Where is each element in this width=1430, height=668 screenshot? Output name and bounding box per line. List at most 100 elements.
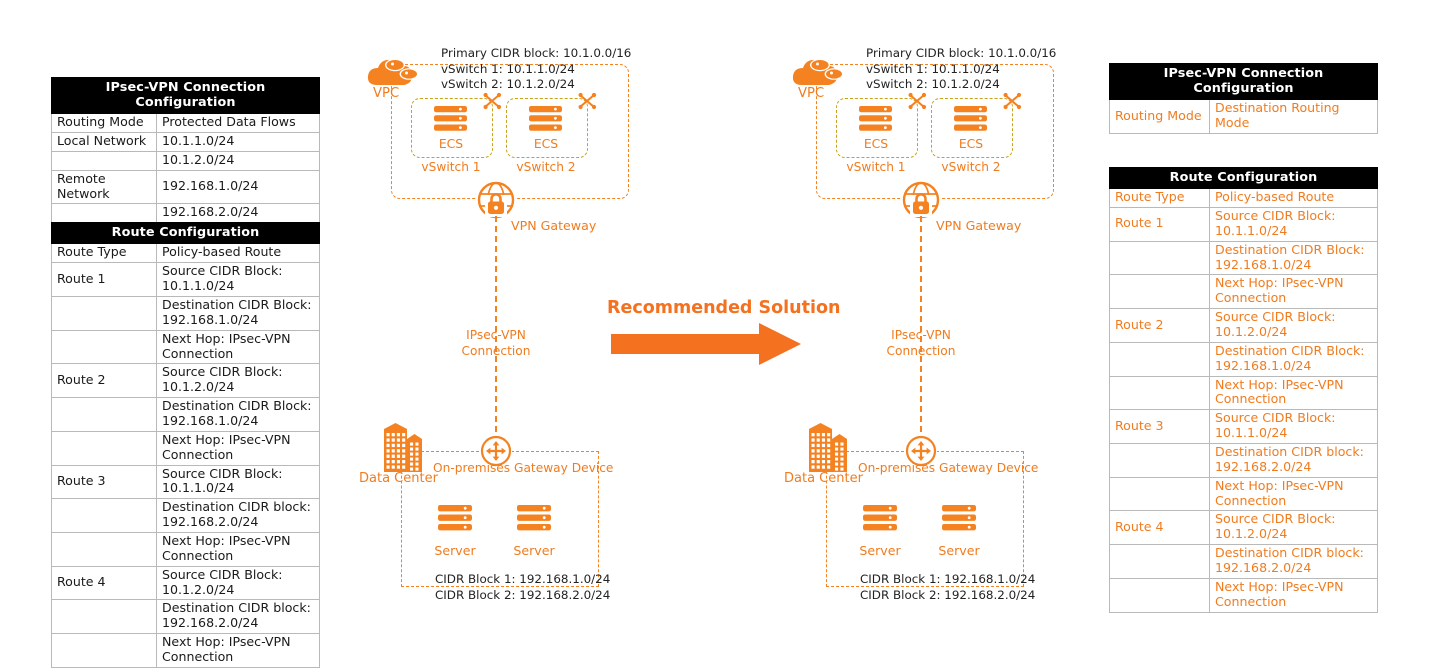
table-row: Next Hop: IPsec-VPN Connection: [51, 633, 320, 668]
vswitch-1-ecs-icon-wrap: [434, 106, 467, 133]
vpn-gateway-icon-wrap: [477, 181, 515, 219]
row-value: Source CIDR Block: 10.1.1.0/24: [156, 464, 320, 500]
vswitch-1-label: vSwitch 1: [846, 160, 906, 174]
table-row: Next Hop: IPsec-VPN Connection: [51, 532, 320, 567]
vswitch-2-label: vSwitch 2: [516, 160, 576, 174]
row-value: Destination CIDR block: 192.168.2.0/24: [156, 498, 320, 534]
vpc-cidr-line: vSwitch 2: 10.1.2.0/24: [441, 77, 575, 92]
vpc-cidr-line: vSwitch 1: 10.1.1.0/24: [441, 61, 575, 76]
row-key: Remote Network: [51, 169, 157, 205]
globe-lock-icon: [477, 181, 515, 219]
row-key: [51, 203, 157, 224]
row-value: 10.1.2.0/24: [156, 150, 320, 171]
table-row: Route 3 Source CIDR Block: 10.1.1.0/24: [51, 464, 320, 500]
table-row: Destination CIDR block: 192.168.2.0/24: [51, 498, 320, 534]
vswitch-1-ecs-label: ECS: [863, 136, 889, 151]
table-title: IPsec-VPN Connection Configuration: [1109, 62, 1378, 101]
row-value: Next Hop: IPsec-VPN Connection: [156, 329, 320, 365]
row-value: Source CIDR Block: 10.1.1.0/24: [1209, 206, 1378, 242]
row-value: Source CIDR Block: 10.1.2.0/24: [156, 565, 320, 601]
row-key: Route 3: [1109, 409, 1210, 444]
row-key: Route 1: [1109, 206, 1210, 242]
left-ipsec-vpn-body: IPsec-VPN Connection Configuration Routin…: [51, 76, 320, 224]
table-title: Route Configuration: [51, 222, 320, 245]
right-route-config-table-wrap: Route Configuration Route Type Policy-base…: [1109, 166, 1378, 613]
vswitch-2-ecs-icon-wrap: [954, 106, 987, 133]
vpc-icon-wrap: [365, 51, 419, 89]
row-key: [51, 430, 157, 466]
vswitch-1-switch-icon-wrap: [483, 92, 502, 111]
row-value: Next Hop: IPsec-VPN Connection: [1209, 476, 1378, 512]
table-row: Next Hop: IPsec-VPN Connection: [51, 329, 320, 365]
table-row: Route 1 Source CIDR Block: 10.1.1.0/24: [51, 262, 320, 298]
right-route-config-body: Route Configuration Route Type Policy-base…: [1109, 166, 1378, 613]
dc-cidr-line: CIDR Block 2: 192.168.2.0/24: [860, 587, 1036, 602]
vswitch-2-switch-icon-wrap: [578, 92, 597, 111]
table-title: IPsec-VPN Connection Configuration: [51, 76, 320, 115]
vswitch-1-ecs-icon-wrap: [859, 106, 892, 133]
table-row: Destination CIDR block: 192.168.2.0/24: [51, 599, 320, 635]
dc-cidr-line: CIDR Block 1: 192.168.1.0/24: [435, 572, 611, 586]
row-value: Destination CIDR block: 192.168.2.0/24: [1209, 544, 1378, 579]
vswitch-2-ecs-label: ECS: [533, 136, 559, 151]
network-switch-icon: [908, 92, 927, 110]
dc-cidr-line: CIDR Block 2: 192.168.2.0/24: [435, 587, 611, 602]
row-value: Policy-based Route: [1209, 188, 1378, 208]
row-value: Destination CIDR block: 192.168.2.0/24: [156, 599, 320, 635]
row-key: [1109, 240, 1210, 276]
vpc-icon-wrap: [790, 51, 844, 89]
vpc-cidr-line: Primary CIDR block: 10.1.0.0/16: [441, 46, 632, 60]
server-1-label: Server: [434, 543, 476, 558]
server-stack-icon: [434, 106, 467, 131]
server-stack-icon: [859, 106, 892, 131]
row-value: 192.168.1.0/24: [156, 169, 320, 205]
data-center-cidr-block: CIDR Block 1: 192.168.1.0/24 CIDR Block 2…: [435, 572, 610, 604]
row-key: [51, 532, 157, 567]
row-key: Route 4: [1109, 510, 1210, 546]
data-center-label: Data Center: [359, 471, 438, 486]
row-value: Source CIDR Block: 10.1.2.0/24: [156, 363, 320, 399]
row-key: [1109, 274, 1210, 310]
architecture-diagram-after: VPC Primary CIDR block: 10.1.0.0/16 vSwitc…: [784, 40, 1100, 610]
row-key: Local Network: [51, 132, 157, 152]
server-stack-icon: [517, 505, 551, 531]
network-switch-icon: [483, 92, 502, 110]
building-icon: [809, 423, 847, 472]
table-row: Routing Mode Destination Routing Mode: [1109, 99, 1378, 134]
row-value: Source CIDR Block: 10.1.2.0/24: [1209, 510, 1378, 546]
row-key: [51, 296, 157, 331]
table-row: Destination CIDR Block: 192.168.1.0/24: [1109, 341, 1378, 377]
table-row: Next Hop: IPsec-VPN Connection: [1109, 375, 1378, 411]
row-value: Destination CIDR Block: 192.168.1.0/24: [1209, 240, 1378, 276]
data-center-icon-wrap: [379, 423, 427, 473]
table-row: 192.168.2.0/24: [51, 203, 320, 224]
ipsec-line-2: Connection: [461, 343, 531, 358]
table-row: Route Type Policy-based Route: [51, 243, 320, 264]
vpc-cidr-block: Primary CIDR block: 10.1.0.0/16 vSwitch 1…: [866, 46, 1056, 93]
architecture-diagram-before: VPC Primary CIDR block: 10.1.0.0/16 vSwitc…: [359, 40, 675, 610]
table-row: Next Hop: IPsec-VPN Connection: [1109, 577, 1378, 613]
row-value: Next Hop: IPsec-VPN Connection: [1209, 375, 1378, 411]
table-row: Destination CIDR Block: 192.168.1.0/24: [51, 397, 320, 432]
table-row: Destination CIDR block: 192.168.2.0/24: [1109, 544, 1378, 579]
server-1-label: Server: [859, 543, 901, 558]
table-row: Next Hop: IPsec-VPN Connection: [51, 430, 320, 466]
row-key: [51, 150, 157, 171]
network-switch-icon: [1003, 92, 1022, 110]
row-key: Route Type: [1109, 188, 1210, 208]
row-key: Route Type: [51, 243, 157, 264]
vpc-label: VPC: [798, 86, 825, 101]
row-key: [1109, 544, 1210, 579]
right-ipsec-vpn-table-wrap: IPsec-VPN Connection Configuration Routin…: [1109, 62, 1378, 134]
table-header-row: Route Configuration: [1109, 166, 1378, 190]
table-row: Routing Mode Protected Data Flows: [51, 113, 320, 134]
row-key: Route 2: [1109, 308, 1210, 343]
row-value: Next Hop: IPsec-VPN Connection: [1209, 577, 1378, 613]
row-key: Route 1: [51, 262, 157, 298]
building-icon: [384, 423, 422, 472]
vpc-cidr-line: vSwitch 2: 10.1.2.0/24: [866, 77, 1000, 92]
row-key: [51, 397, 157, 432]
server-stack-icon: [942, 505, 976, 531]
vpc-cidr-block: Primary CIDR block: 10.1.0.0/16 vSwitch 1…: [441, 46, 631, 93]
ipsec-vpn-connection-label: IPsec-VPN Connection: [460, 328, 532, 360]
